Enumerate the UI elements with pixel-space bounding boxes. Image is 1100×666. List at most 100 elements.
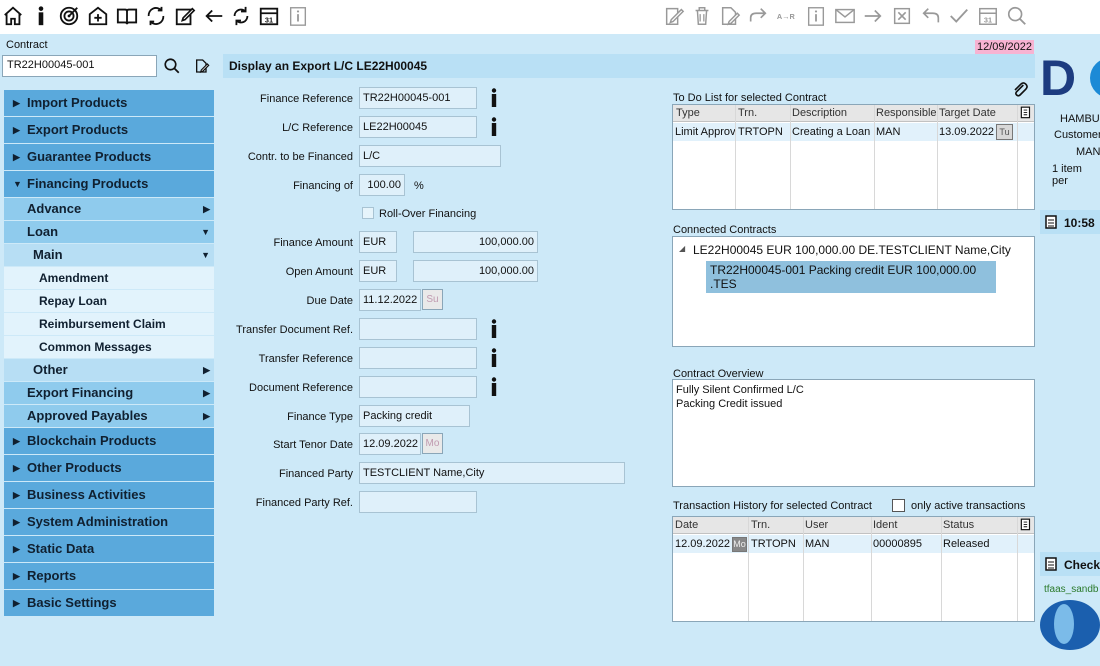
trash-icon[interactable] <box>689 3 715 29</box>
finance-amount-field[interactable]: 100,000.00 <box>413 231 538 253</box>
column-header[interactable]: Ident <box>873 519 897 531</box>
copy-doc-icon[interactable] <box>1019 518 1033 532</box>
nav-static-data[interactable]: ▶ Static Data <box>4 536 214 562</box>
info-icon[interactable] <box>28 3 54 29</box>
right-arrow-icon[interactable] <box>860 3 886 29</box>
process-icon[interactable] <box>85 3 111 29</box>
tree-child-node[interactable]: TR22H00045-001 Packing credit EUR 100,00… <box>706 261 996 293</box>
search-icon[interactable] <box>1004 3 1030 29</box>
edit-page-icon[interactable] <box>193 57 211 75</box>
expand-icon: ▶ <box>13 571 20 581</box>
finance-reference-field[interactable]: TR22H00045-001 <box>359 87 477 109</box>
calendar-icon[interactable]: 31 <box>256 3 282 29</box>
search-icon[interactable] <box>162 56 182 76</box>
expand-icon: ▶ <box>203 204 210 214</box>
mail-icon[interactable] <box>832 3 858 29</box>
transfer-doc-ref-field[interactable] <box>359 318 477 340</box>
back-arrow-icon[interactable] <box>201 3 227 29</box>
svg-text:A→R: A→R <box>777 12 796 21</box>
table-row[interactable]: Limit Approv TRTOPN Creating a Loan MAN … <box>673 123 1034 141</box>
edit-icon[interactable] <box>172 3 198 29</box>
due-date-field[interactable]: 11.12.2022 <box>359 289 421 311</box>
column-header[interactable]: Responsible <box>876 107 937 119</box>
book-icon[interactable] <box>114 3 140 29</box>
info-icon[interactable] <box>490 377 498 397</box>
column-header[interactable]: Trn. <box>738 107 757 119</box>
info-icon[interactable] <box>490 88 498 108</box>
home-icon[interactable] <box>0 3 26 29</box>
nav-label: Guarantee Products <box>27 149 152 164</box>
calendar-picker-icon[interactable]: Mo <box>422 433 443 454</box>
rollover-label: Roll-Over Financing <box>379 208 477 220</box>
lc-reference-label: L/C Reference <box>282 122 353 134</box>
nav-label: Static Data <box>27 541 95 556</box>
paperclip-icon[interactable] <box>1010 80 1030 100</box>
column-header[interactable]: Status <box>943 519 974 531</box>
rollover-checkbox[interactable] <box>362 207 374 219</box>
contract-input[interactable]: TR22H00045-001 <box>2 55 157 77</box>
nav-system-administration[interactable]: ▶ System Administration <box>4 509 214 535</box>
contr-financed-field[interactable]: L/C <box>359 145 501 167</box>
info-icon[interactable] <box>490 319 498 339</box>
check-icon[interactable] <box>946 3 972 29</box>
nav-label: Blockchain Products <box>27 433 157 448</box>
finance-reference-label: Finance Reference <box>260 93 353 105</box>
undo-icon[interactable] <box>918 3 944 29</box>
copy-doc-icon[interactable] <box>1019 106 1033 120</box>
cell-date: 12.09.2022 <box>675 538 731 550</box>
finance-amount-currency[interactable]: EUR <box>359 231 397 253</box>
financed-party-field[interactable]: TESTCLIENT Name,City <box>359 462 625 484</box>
open-amount-currency[interactable]: EUR <box>359 260 397 282</box>
refresh-cycle-icon[interactable] <box>143 3 169 29</box>
reload-icon[interactable] <box>228 3 254 29</box>
user-label: MAN <box>1076 146 1100 158</box>
lc-reference-field[interactable]: LE22H00045 <box>359 116 477 138</box>
column-header[interactable]: User <box>805 519 828 531</box>
check-label[interactable]: Check <box>1064 558 1100 572</box>
cell-user: MAN <box>805 538 830 550</box>
expand-icon: ▶ <box>13 517 20 527</box>
tree-toggle-icon[interactable]: ◢ <box>679 244 685 253</box>
document-ref-field[interactable] <box>359 376 477 398</box>
calendar-picker-icon[interactable]: Mo <box>732 537 747 552</box>
nav-basic-settings[interactable]: ▶ Basic Settings <box>4 590 214 616</box>
start-tenor-field[interactable]: 12.09.2022 <box>359 433 421 455</box>
calendar-picker-icon[interactable]: Su <box>422 289 443 310</box>
column-header[interactable]: Type <box>676 107 700 119</box>
close-box-icon[interactable] <box>889 3 915 29</box>
start-tenor-label: Start Tenor Date <box>273 439 353 451</box>
info-icon[interactable] <box>490 348 498 368</box>
nav-reports[interactable]: ▶ Reports <box>4 563 214 589</box>
calendar-icon[interactable]: 31 <box>975 3 1001 29</box>
target-icon[interactable] <box>56 3 82 29</box>
nav-label: System Administration <box>27 514 169 529</box>
financed-party-ref-field[interactable] <box>359 491 477 513</box>
transfer-ref-field[interactable] <box>359 347 477 369</box>
transfer-ref-label: Transfer Reference <box>258 353 353 365</box>
column-header[interactable]: Description <box>792 107 847 119</box>
forward-icon[interactable] <box>745 3 771 29</box>
cell-trn: TRTOPN <box>738 126 783 138</box>
transfer-icon[interactable]: A→R <box>774 3 800 29</box>
tree-parent-node[interactable]: LE22H00045 EUR 100,000.00 DE.TESTCLIENT … <box>693 243 1011 257</box>
open-amount-field[interactable]: 100,000.00 <box>413 260 538 282</box>
financing-of-field[interactable]: 100.00 <box>359 174 405 196</box>
edit-doc-icon[interactable] <box>661 3 687 29</box>
finance-type-field[interactable]: Packing credit <box>359 405 470 427</box>
info-icon[interactable] <box>490 117 498 137</box>
svg-text:31: 31 <box>984 15 992 24</box>
table-row[interactable]: 12.09.2022 Mo TRTOPN MAN 00000895 Releas… <box>673 535 1034 553</box>
column-header[interactable]: Target Date <box>939 107 996 119</box>
todo-table: Type Trn. Description Responsible Target… <box>672 104 1035 210</box>
document-icon <box>1045 557 1057 571</box>
nav-advance[interactable]: Advance ▶ <box>4 198 214 220</box>
column-header[interactable]: Date <box>675 519 698 531</box>
cell-status: Released <box>943 538 990 550</box>
calendar-picker-icon[interactable]: Tu <box>996 124 1013 140</box>
column-header[interactable]: Trn. <box>751 519 770 531</box>
info-box-icon[interactable] <box>285 3 311 29</box>
info-box-icon[interactable] <box>803 3 829 29</box>
edit-page-icon[interactable] <box>717 3 743 29</box>
sandbox-label: tfaas_sandb <box>1044 584 1099 595</box>
only-active-checkbox[interactable] <box>892 499 905 512</box>
